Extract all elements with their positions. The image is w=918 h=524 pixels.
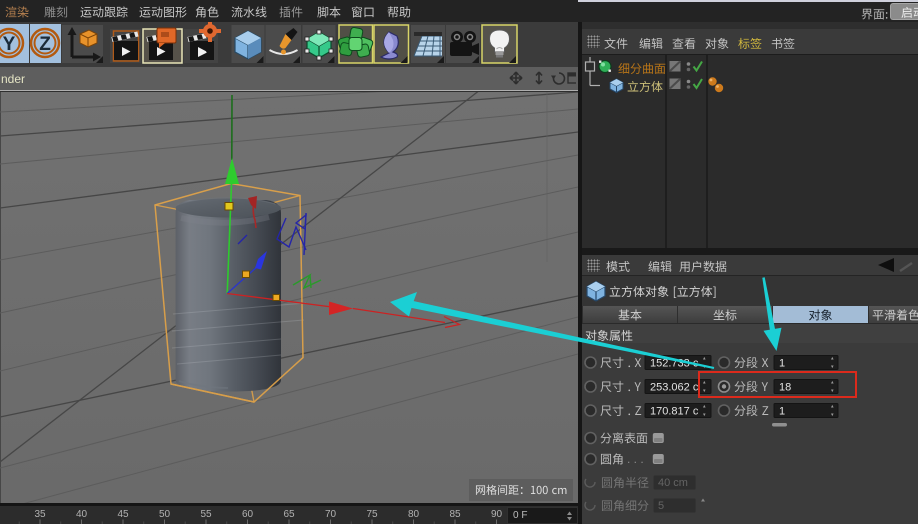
- svg-text:55: 55: [200, 509, 212, 520]
- svg-text:Z: Z: [39, 34, 51, 55]
- svg-text:70: 70: [325, 509, 337, 520]
- svg-text:1: 1: [779, 358, 785, 370]
- svg-text:. . .: . . .: [627, 452, 644, 466]
- svg-text:170.817 c: 170.817 c: [650, 406, 699, 418]
- svg-text:75: 75: [366, 509, 378, 520]
- svg-text:45: 45: [117, 509, 129, 520]
- svg-text:1: 1: [779, 406, 785, 418]
- svg-text:5: 5: [658, 500, 664, 512]
- svg-text:65: 65: [283, 509, 295, 520]
- svg-text:60: 60: [242, 509, 254, 520]
- svg-text:35: 35: [34, 509, 46, 520]
- svg-text:80: 80: [408, 509, 420, 520]
- svg-text:85: 85: [449, 509, 461, 520]
- svg-text:152.733 c: 152.733 c: [650, 358, 699, 370]
- svg-text:40: 40: [76, 509, 88, 520]
- svg-text:90: 90: [491, 509, 503, 520]
- svg-text:50: 50: [159, 509, 171, 520]
- svg-text:Y: Y: [3, 34, 16, 55]
- svg-text:253.062 c: 253.062 c: [650, 382, 699, 394]
- svg-text:40 cm: 40 cm: [658, 477, 688, 489]
